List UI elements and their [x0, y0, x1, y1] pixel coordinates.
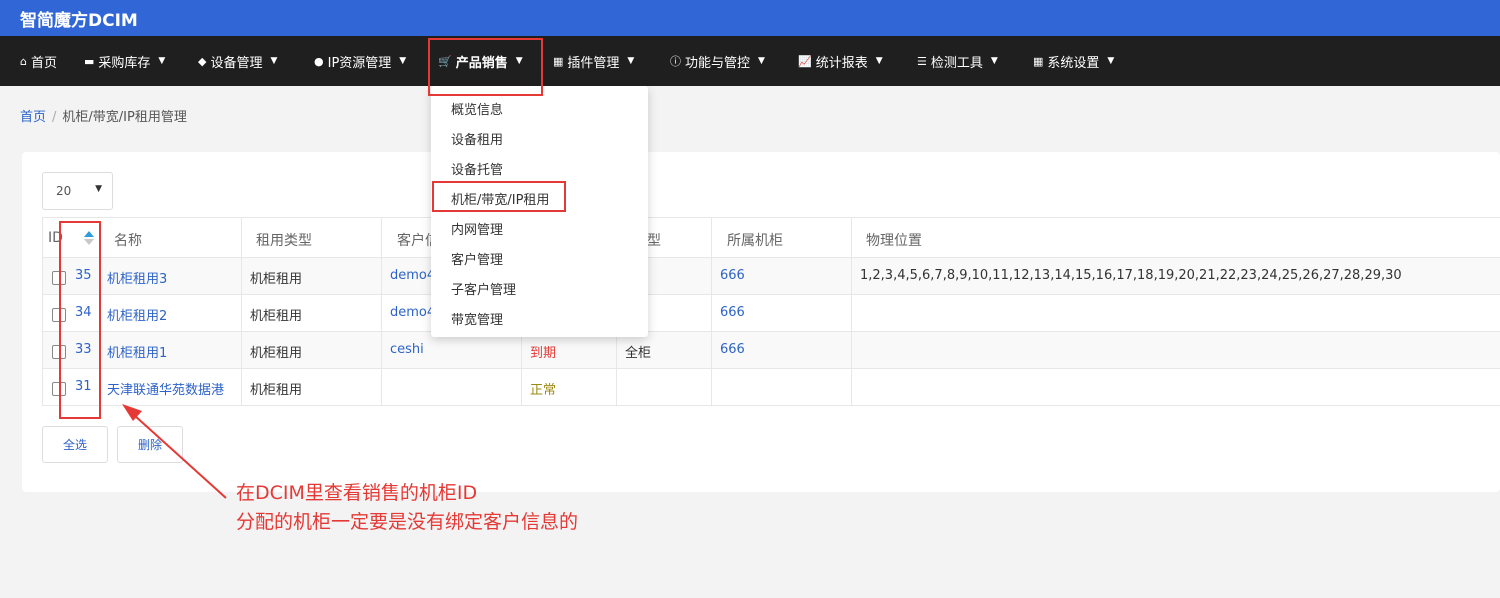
nav-item-reports[interactable]: 📈 统计报表 ▼ [798, 36, 883, 86]
home-icon: ⌂ [20, 54, 27, 68]
column-divider [241, 217, 242, 406]
nav-item-procurement[interactable]: ▬ 采购库存 ▼ [84, 36, 165, 86]
row-customer[interactable]: demo4 [390, 305, 435, 320]
header-location[interactable]: 物理位置 [866, 230, 922, 250]
nav-item-home[interactable]: ⌂ 首页 [20, 36, 57, 86]
chevron-down-icon: ▼ [990, 56, 998, 66]
row-cabinet-type: 全柜 [625, 346, 652, 361]
nav-label: 设备管理 [210, 55, 263, 71]
table-row: 35 机柜租用3 机柜租用 demo4 666 1,2,3,4,5,6,7,8,… [42, 258, 1500, 295]
list-icon: ☰ [917, 54, 927, 68]
row-status: 到期 [530, 346, 557, 361]
annotation-line-2: 分配的机柜一定要是没有绑定客户信息的 [236, 511, 579, 533]
column-divider [711, 217, 712, 406]
dropdown-item-customers[interactable]: 客户管理 [451, 249, 503, 268]
row-name[interactable]: 天津联通华苑数据港 [107, 379, 224, 398]
dropdown-item-bandwidth[interactable]: 带宽管理 [451, 309, 503, 328]
chevron-down-icon: ▼ [399, 56, 407, 66]
breadcrumb: 首页 / 机柜/带宽/IP租用管理 [20, 106, 187, 125]
row-customer[interactable]: demo4 [390, 268, 435, 283]
column-divider [381, 217, 382, 406]
delete-button[interactable]: 删除 [117, 426, 183, 463]
chevron-down-icon: ▼ [627, 56, 635, 66]
dropdown-item-intranet[interactable]: 内网管理 [451, 219, 503, 238]
highlight-box-nav [428, 38, 543, 96]
caret-down-icon: ▼ [95, 184, 102, 194]
nav-label: 功能与管控 [685, 55, 751, 71]
row-type: 机柜租用 [250, 346, 303, 361]
row-name[interactable]: 机柜租用1 [107, 342, 167, 361]
grid-icon: ▦ [1033, 54, 1044, 68]
nav-label: 系统设置 [1047, 55, 1100, 71]
nav-item-tools[interactable]: ☰ 检测工具 ▼ [917, 36, 998, 86]
nav-item-settings[interactable]: ▦ 系统设置 ▼ [1033, 36, 1114, 86]
row-location: 1,2,3,4,5,6,7,8,9,10,11,12,13,14,15,16,1… [860, 268, 1402, 283]
line-chart-icon: 📈 [798, 54, 812, 68]
select-all-button[interactable]: 全选 [42, 426, 108, 463]
chevron-down-icon: ▼ [758, 56, 765, 66]
cube-icon: ◆ [198, 54, 207, 68]
row-type: 机柜租用 [250, 272, 303, 287]
table-row: 34 机柜租用2 机柜租用 demo4 柜 666 [42, 295, 1500, 332]
nav-label: IP资源管理 [327, 55, 392, 71]
row-customer[interactable]: ceshi [390, 342, 424, 357]
row-type: 机柜租用 [250, 309, 303, 324]
nav-item-functions[interactable]: ⓘ 功能与管控 ▼ [670, 36, 765, 86]
dropdown-item-device-hosting[interactable]: 设备托管 [451, 159, 503, 178]
top-bar: 智简魔方DCIM [0, 0, 1500, 36]
table-row: 31 天津联通华苑数据港 机柜租用 正常 [42, 369, 1500, 406]
chevron-down-icon: ▼ [270, 56, 278, 66]
row-name[interactable]: 机柜租用2 [107, 305, 167, 324]
page-size-select[interactable]: 20 ▼ [42, 172, 113, 210]
table-row: 33 机柜租用1 机柜租用 ceshi 到期 全柜 666 [42, 332, 1500, 369]
row-cabinet[interactable]: 666 [720, 268, 745, 283]
breadcrumb-home[interactable]: 首页 [20, 110, 46, 125]
highlight-box-id-column [59, 221, 101, 419]
dropdown-item-overview[interactable]: 概览信息 [451, 99, 503, 118]
table-header: ID 名称 租用类型 客户信 状态 型 所属机柜 物理位置 [42, 217, 1500, 258]
chevron-down-icon: ▼ [158, 56, 166, 66]
row-cabinet[interactable]: 666 [720, 305, 745, 320]
nav-label: 统计报表 [815, 55, 868, 71]
dropdown-item-device-rental[interactable]: 设备租用 [451, 129, 503, 148]
dropdown-item-sub-customers[interactable]: 子客户管理 [451, 279, 516, 298]
app-title[interactable]: 智简魔方DCIM [20, 6, 138, 31]
page-size-value: 20 [56, 184, 72, 198]
header-rent-type[interactable]: 租用类型 [256, 230, 312, 250]
breadcrumb-current: 机柜/带宽/IP租用管理 [62, 110, 187, 125]
nav-label: 检测工具 [930, 55, 983, 71]
header-cabinet[interactable]: 所属机柜 [727, 230, 783, 250]
column-divider [851, 217, 852, 406]
nav-label: 采购库存 [98, 55, 151, 71]
chevron-down-icon: ▼ [875, 56, 883, 66]
main-nav: ⌂ 首页 ▬ 采购库存 ▼ ◆ 设备管理 ▼ ● IP资源管理 ▼ 🛒 产品销售… [0, 36, 1500, 86]
nav-item-plugins[interactable]: ▦ 插件管理 ▼ [553, 36, 634, 86]
header-name[interactable]: 名称 [114, 230, 142, 250]
nav-item-devices[interactable]: ◆ 设备管理 ▼ [198, 36, 277, 86]
column-divider [42, 217, 43, 406]
row-status: 正常 [530, 383, 557, 398]
row-name[interactable]: 机柜租用3 [107, 268, 167, 287]
grid-icon: ▦ [553, 54, 564, 68]
nav-item-ip-resources[interactable]: ● IP资源管理 ▼ [314, 36, 406, 86]
inbox-icon: ▬ [84, 54, 95, 68]
chevron-down-icon: ▼ [1107, 56, 1115, 66]
nav-label: 首页 [30, 55, 57, 71]
row-cabinet[interactable]: 666 [720, 342, 745, 357]
info-circle-icon: ⓘ [670, 55, 681, 68]
highlight-box-menu-item [432, 181, 566, 212]
breadcrumb-separator: / [52, 110, 57, 125]
annotation-line-1: 在DCIM里查看销售的机柜ID [236, 482, 478, 504]
row-type: 机柜租用 [250, 383, 303, 398]
nav-label: 插件管理 [567, 55, 620, 71]
map-marker-icon: ● [314, 54, 324, 68]
header-cabinet-type[interactable]: 型 [647, 230, 661, 250]
